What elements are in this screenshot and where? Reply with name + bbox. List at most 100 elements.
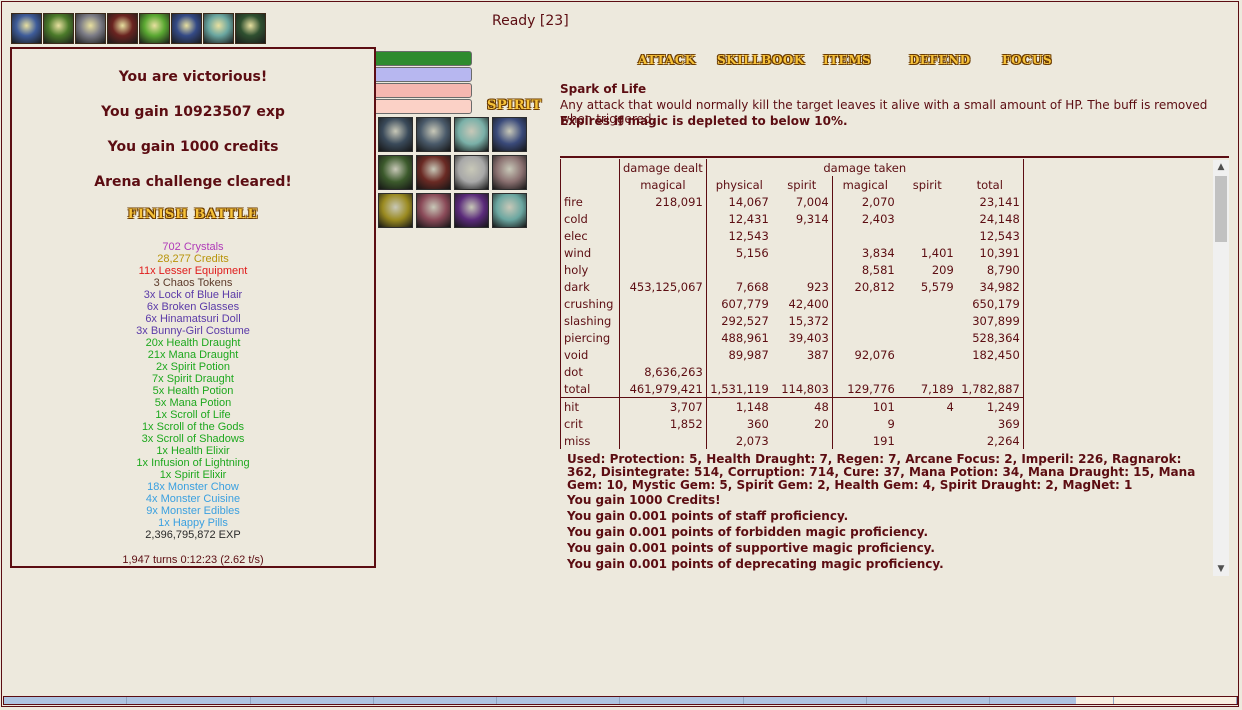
table-cell: 92,076 — [831, 346, 898, 363]
table-cell: 461,979,421 — [619, 380, 707, 398]
log-scrollbar[interactable]: ▲ ▼ — [1213, 160, 1229, 576]
table-cell — [898, 415, 957, 432]
table-row: wind 5,156 3,834 1,401 10,391 — [560, 244, 1024, 261]
table-cell — [898, 295, 957, 312]
drop-item: 1x Health Elixir — [156, 445, 230, 457]
attack-button[interactable]: ATTACK — [638, 53, 696, 67]
table-cell: 1,782,887 — [956, 380, 1024, 398]
scroll-up-icon[interactable]: ▲ — [1213, 162, 1229, 172]
cyan-spirit-icon — [203, 13, 234, 44]
row-label: total — [560, 380, 620, 398]
drop-item: 7x Spirit Draught — [152, 373, 234, 385]
drop-item: 3x Lock of Blue Hair — [143, 289, 243, 301]
drop-item: 1x Scroll of the Gods — [141, 421, 245, 433]
table-cell: 23,141 — [956, 193, 1024, 210]
table-cell: 114,803 — [781, 381, 829, 396]
table-cell: 182,450 — [956, 346, 1024, 363]
table-cell: 2,070 — [831, 193, 898, 210]
table-cell: 7,668 — [705, 278, 772, 295]
table-row: miss 2,073 191 2,264 — [560, 432, 1024, 449]
skillbook-button[interactable]: SKILLBOOK — [717, 53, 805, 67]
scroll-thumb[interactable] — [1215, 176, 1227, 242]
items-button[interactable]: ITEMS — [823, 53, 871, 67]
log-entry: You gain 0.001 points of forbidden magic… — [567, 525, 929, 539]
defend-button[interactable]: DEFEND — [909, 53, 971, 67]
table-cell: 12,431 — [705, 210, 772, 227]
table-cell: 528,364 — [956, 329, 1024, 346]
blue-mage-icon[interactable] — [492, 117, 527, 152]
pale-face-icon — [75, 13, 106, 44]
drop-item: 1x Happy Pills — [158, 517, 228, 529]
table-cell: 7,189 — [920, 381, 954, 396]
table-cell: 2,073 — [705, 432, 772, 449]
row-label: void — [560, 346, 620, 363]
info-title: Spark of Life — [560, 82, 647, 96]
spirit-button[interactable]: SPIRIT — [487, 98, 542, 113]
table-cell: 292,527 — [705, 312, 772, 329]
finish-battle-button[interactable]: FINISH BATTLE — [12, 207, 374, 222]
yellow-burst-icon[interactable] — [378, 193, 413, 228]
hooded-figure-icon[interactable] — [378, 117, 413, 152]
table-cell: 101 — [831, 397, 898, 415]
table-cell — [619, 312, 707, 329]
table-cell: 15,372 — [788, 313, 829, 328]
log-entry: Used: Protection: 5, Health Draught: 7, … — [567, 452, 1196, 492]
red-demon-faded-icon[interactable] — [492, 155, 527, 190]
table-cell — [619, 244, 707, 261]
exp-bar-segment — [620, 697, 744, 704]
drop-item: 3x Scroll of Shadows — [141, 433, 245, 445]
table-cell: 1,852 — [619, 415, 707, 432]
table-cell — [831, 295, 898, 312]
cyan-spirit-icon[interactable] — [454, 117, 489, 152]
drop-item: 28,277 Credits — [157, 253, 229, 265]
drop-item: 21x Mana Draught — [147, 349, 239, 361]
table-cell: 191 — [831, 432, 898, 449]
table-cell: 453,125,067 — [619, 278, 707, 295]
row-label: piercing — [560, 329, 620, 346]
table-cell: 48 — [771, 397, 833, 415]
log-entry: You gain 0.001 points of deprecating mag… — [567, 557, 944, 571]
hooded-figure-icon[interactable] — [416, 117, 451, 152]
drop-item: 3x Bunny-Girl Costume — [136, 325, 250, 337]
red-demon-icon[interactable] — [416, 155, 451, 190]
column-header: physical — [705, 176, 772, 193]
credits-gain-message: You gain 1000 credits — [107, 139, 279, 155]
exp-bar-segment — [867, 697, 991, 704]
table-cell: 7,004 — [795, 194, 829, 209]
exp-bar-segment — [4, 697, 128, 704]
table-row: hit 3,707 1,148 48 101 4 1,249 — [560, 397, 1024, 415]
drop-list: 702 Crystals 28,277 Credits 11x Lesser Equ… — [12, 241, 374, 541]
turn-summary: 1,947 turns 0:12:23 (2.62 t/s) — [122, 554, 264, 566]
table-cell: 12,543 — [705, 227, 772, 244]
damage-stats-table: damage dealt damage taken magical physica… — [560, 159, 1024, 449]
table-cell: 1,531,119 — [705, 380, 772, 398]
table-cell — [619, 329, 707, 346]
row-label: fire — [560, 193, 620, 210]
column-header: magical — [619, 176, 707, 193]
drop-item: 1x Scroll of Life — [155, 409, 231, 421]
purple-mage-icon[interactable] — [454, 193, 489, 228]
table-cell: 5,156 — [705, 244, 772, 261]
table-cell: 9 — [831, 415, 898, 432]
cyan-spirit-icon[interactable] — [492, 193, 527, 228]
table-cell — [831, 329, 898, 346]
table-cell: 2,264 — [956, 432, 1024, 449]
table-row: total 461,979,421 1,531,119 114,803 129,776 7… — [560, 380, 1024, 398]
table-cell: 3,707 — [619, 397, 707, 415]
scroll-down-icon[interactable]: ▼ — [1213, 564, 1229, 574]
column-header — [560, 176, 620, 193]
table-cell: 42,400 — [788, 296, 829, 311]
divider — [560, 156, 1229, 158]
pink-wraith-icon[interactable] — [416, 193, 451, 228]
red-demon-icon — [107, 13, 138, 44]
burst-effect-icon — [11, 13, 42, 44]
skull-icon[interactable] — [454, 155, 489, 190]
table-row: piercing 488,961 39,403 528,364 — [560, 329, 1024, 346]
drop-item: 5x Mana Potion — [154, 397, 232, 409]
focus-button[interactable]: FOCUS — [1002, 53, 1052, 67]
row-label: wind — [560, 244, 620, 261]
table-cell — [831, 227, 898, 244]
table-row: fire 218,091 14,067 7,004 2,070 23,141 — [560, 193, 1024, 210]
green-rune-icon[interactable] — [378, 155, 413, 190]
exp-bar-segment — [1113, 697, 1237, 704]
